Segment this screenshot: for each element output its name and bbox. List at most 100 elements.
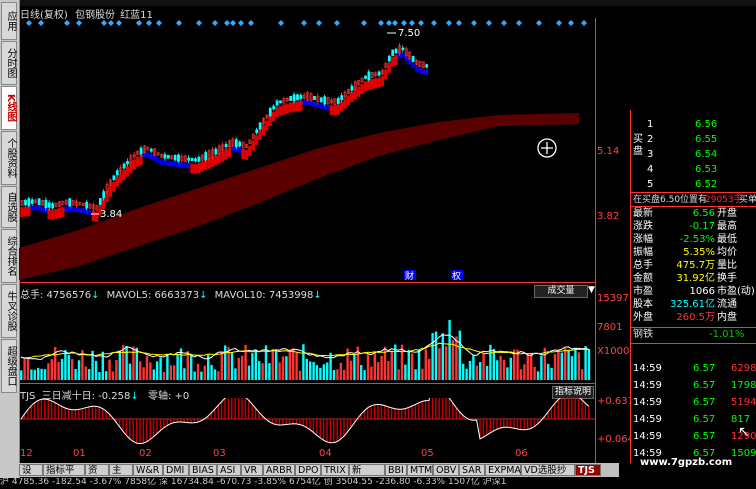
tab-arbr[interactable]: ARBR	[263, 464, 295, 476]
chevron-down-icon[interactable]: ▼	[588, 285, 595, 295]
quote-row: 总手 475.7万 量比	[631, 259, 756, 273]
bid-level: 3	[647, 149, 654, 160]
tab-tjs[interactable]: TJS	[575, 464, 601, 476]
tab-trix[interactable]: TRIX	[321, 464, 349, 476]
tab-expma[interactable]: EXPMA	[485, 464, 521, 476]
kline-chart[interactable]: 7.50 3.84 财 权	[19, 18, 595, 280]
quote-label-right: 内盘	[717, 312, 737, 323]
quote-row: 外盘 260.5万 内盘	[631, 311, 756, 325]
tab-super-quote[interactable]: 超级盘口	[1, 339, 17, 393]
volume-bar	[217, 371, 220, 380]
tab-obv[interactable]: OBV	[433, 464, 459, 476]
tab-watchlist[interactable]: 自选股	[1, 186, 17, 228]
volume-bar	[360, 365, 363, 380]
tab-news[interactable]: 资讯	[85, 464, 109, 488]
volume-bar	[200, 371, 203, 380]
tab-ranking[interactable]: 综合排名	[1, 229, 17, 283]
tab-dmi[interactable]: DMI	[163, 464, 189, 476]
candle-body	[115, 170, 119, 176]
candle-body	[98, 198, 102, 206]
volume-bar	[485, 365, 489, 380]
volume-bar	[254, 349, 257, 380]
volume-bar	[60, 358, 64, 380]
candle-body	[391, 49, 395, 56]
signal-diamond	[409, 20, 415, 26]
volume-bar	[275, 350, 278, 380]
volume-bar	[533, 366, 536, 380]
signal-diamond	[568, 20, 574, 26]
tab-kline[interactable]: K线图	[1, 86, 17, 130]
candle-body	[401, 47, 405, 51]
bid-row[interactable]: 1 6.56	[631, 118, 756, 132]
tjs-bars	[23, 398, 590, 444]
candle-body	[292, 94, 296, 102]
volume-bar	[438, 348, 441, 380]
bid-row[interactable]: 4 6.53	[631, 163, 756, 177]
volume-bar	[431, 333, 434, 380]
tab-sar[interactable]: SAR	[459, 464, 485, 476]
bid-row[interactable]: 5 6.52	[631, 178, 756, 192]
bid-order-button[interactable]: 买单	[739, 193, 756, 207]
x-label: 06	[515, 448, 528, 459]
mavol5-line	[20, 334, 589, 360]
tab-wr[interactable]: W&R	[133, 464, 163, 476]
signal-diamond	[278, 20, 284, 26]
bid-row[interactable]: 3 6.54	[631, 148, 756, 162]
mouse-pointer-icon: ↖	[738, 424, 750, 440]
signal-diamond	[392, 20, 398, 26]
quote-label-right: 换手	[717, 273, 737, 284]
signal-diamond	[230, 20, 236, 26]
candle-body	[289, 95, 293, 101]
candle-body	[51, 203, 55, 209]
quote-row: 涨幅 -2.53% 最低	[631, 233, 756, 247]
low-annotation: 3.84	[100, 209, 122, 220]
candle-body	[47, 202, 51, 208]
volume-bar	[339, 362, 342, 380]
bid-row[interactable]: 2 6.55	[631, 133, 756, 147]
volume-bar	[105, 371, 108, 380]
tab-mtm[interactable]: MTM	[407, 464, 433, 476]
volume-bar	[336, 369, 339, 380]
tab-bias[interactable]: BIAS	[189, 464, 217, 476]
tab-dpo[interactable]: DPO	[295, 464, 321, 476]
volume-chart[interactable]	[19, 296, 595, 380]
candle-body	[238, 141, 242, 147]
signal-diamond	[556, 20, 562, 26]
signal-diamond	[418, 20, 424, 26]
volume-bar	[530, 353, 533, 380]
tab-indicator-platform[interactable]: 指标平台	[43, 464, 85, 488]
candle-body	[272, 105, 276, 110]
quote-label: 金额	[633, 273, 653, 284]
quote-value: -0.17	[689, 221, 715, 232]
signal-diamond	[224, 20, 230, 26]
volume-bar	[118, 350, 121, 380]
volume-bar	[142, 367, 145, 380]
volume-bar	[50, 359, 53, 380]
volume-bar	[30, 369, 33, 380]
volume-bar	[441, 333, 444, 380]
tab-vr[interactable]: VR	[241, 464, 263, 476]
tab-asi[interactable]: ASI	[217, 464, 241, 476]
axis-vol-unit: X1000	[597, 346, 630, 357]
candle-body	[187, 157, 191, 161]
bid-level: 1	[647, 119, 654, 130]
volume-bar	[43, 369, 47, 380]
volume-bar	[57, 361, 60, 380]
tab-apps[interactable]: 应用	[1, 2, 17, 40]
tab-settings[interactable]: 设置	[19, 464, 43, 488]
tab-main-force[interactable]: 主力	[109, 464, 133, 488]
volume-bar	[132, 346, 135, 380]
volume-bar	[74, 369, 77, 380]
x-label: 03	[213, 448, 226, 459]
signal-diamond	[536, 20, 542, 26]
quote-label: 涨幅	[633, 234, 653, 245]
tab-vd[interactable]: VD选股抄底	[521, 464, 575, 488]
tab-intraday[interactable]: 分时图	[1, 41, 17, 85]
volume-bar	[203, 365, 206, 380]
volume-bar	[183, 368, 186, 380]
tab-diagnosis[interactable]: 牛叉诊股	[1, 284, 17, 338]
tab-bbi[interactable]: BBI	[385, 464, 407, 476]
tab-stock-info[interactable]: 个股资料	[1, 131, 17, 185]
tab-new-dma[interactable]: 新DMA	[349, 464, 385, 488]
volume-bar	[108, 359, 111, 380]
